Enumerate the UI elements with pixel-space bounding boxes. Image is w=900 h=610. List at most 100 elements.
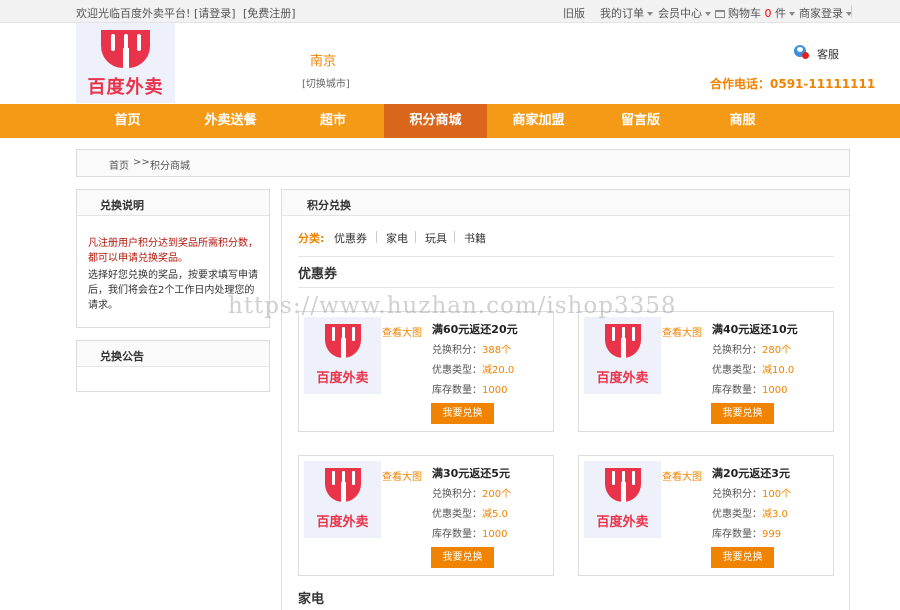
fork-prong	[632, 471, 635, 485]
exchange-button[interactable]: 我要兑换	[431, 403, 494, 424]
product-title: 满30元返还5元	[432, 467, 510, 480]
stock-value: 1000	[762, 385, 788, 396]
panel-header: 兑换公告	[77, 341, 269, 367]
nav-item-points-mall[interactable]: 积分商城	[384, 104, 487, 138]
type-label: 优惠类型：	[712, 365, 762, 376]
product-title: 满40元返还10元	[712, 323, 798, 336]
nav-item-supermarket[interactable]: 超市	[282, 104, 384, 138]
product-image[interactable]: 百度外卖	[304, 317, 381, 394]
breadcrumb-separator: >>	[133, 157, 150, 168]
points-value: 280个	[762, 345, 792, 356]
fork-handle	[341, 338, 346, 358]
fork-prong	[632, 327, 635, 341]
type-row: 优惠类型：减10.0	[712, 361, 794, 376]
divider	[851, 5, 852, 17]
divider	[415, 231, 416, 243]
fork-prong	[111, 34, 115, 51]
fork-prong	[352, 327, 355, 341]
fork-prong	[332, 327, 335, 341]
stock-value: 999	[762, 529, 782, 540]
type-row: 优惠类型：减5.0	[432, 505, 508, 520]
divider	[376, 231, 377, 243]
points-value: 100个	[762, 489, 792, 500]
fork-icon	[605, 468, 641, 502]
fork-handle	[621, 338, 626, 358]
points-label: 兑换积分：	[712, 489, 762, 500]
view-large-link[interactable]: 查看大图	[662, 324, 702, 339]
nav-item-service[interactable]: 商服	[691, 104, 794, 138]
chevron-down-icon	[789, 12, 795, 16]
product-image[interactable]: 百度外卖	[584, 317, 661, 394]
old-version-link[interactable]: 旧版	[563, 5, 585, 21]
stock-label: 库存数量：	[712, 385, 762, 396]
watermark: https://www.huzhan.com/ishop3358	[228, 293, 677, 319]
view-large-link[interactable]: 查看大图	[662, 468, 702, 483]
product-card: 百度外卖 查看大图 满30元返还5元 兑换积分：200个 优惠类型：减5.0 库…	[298, 455, 554, 576]
cooperation-phone: 合作电话：0591-11111111	[710, 77, 876, 91]
product-image[interactable]: 百度外卖	[304, 461, 381, 538]
main-nav: 首页 外卖送餐 超市 积分商城 商家加盟 留言版 商服	[0, 104, 900, 138]
type-label: 优惠类型：	[432, 509, 482, 520]
panel-header: 积分兑换	[282, 190, 849, 216]
type-value: 减5.0	[482, 509, 508, 520]
product-image-text: 百度外卖	[596, 371, 649, 386]
divider	[454, 231, 455, 243]
points-label: 兑换积分：	[432, 345, 482, 356]
product-card: 百度外卖 查看大图 满20元返还3元 兑换积分：100个 优惠类型：减3.0 库…	[578, 455, 834, 576]
member-center-label: 会员中心	[658, 7, 702, 20]
product-image[interactable]: 百度外卖	[584, 461, 661, 538]
login-link[interactable]: [请登录]	[194, 5, 236, 21]
panel-title: 兑换说明	[100, 199, 144, 212]
stock-value: 1000	[482, 385, 508, 396]
points-value: 388个	[482, 345, 512, 356]
cart-count: 0	[764, 7, 772, 20]
cart-unit: 件	[775, 7, 786, 20]
category-appliance[interactable]: 家电	[386, 230, 408, 246]
explain-note-red: 凡注册用户积分达到奖品所需积分数，都可以申请兑换奖品。	[88, 238, 258, 264]
fork-prong	[612, 471, 615, 485]
category-label: 分类:	[298, 232, 325, 245]
product-card: 百度外卖 查看大图 满60元返还20元 兑换积分：388个 优惠类型：减20.0…	[298, 311, 554, 432]
category-book[interactable]: 书籍	[464, 230, 486, 246]
customer-service-link[interactable]: 客服	[817, 46, 839, 62]
nav-item-guestbook[interactable]: 留言版	[590, 104, 691, 138]
breadcrumb-current: 积分商城	[150, 161, 190, 172]
fork-prong	[352, 471, 355, 485]
nav-item-takeout[interactable]: 外卖送餐	[179, 104, 282, 138]
divider	[298, 256, 834, 257]
fork-icon	[605, 324, 641, 358]
view-large-link[interactable]: 查看大图	[382, 324, 422, 339]
qq-badge-icon	[802, 52, 809, 59]
type-value: 减20.0	[482, 365, 515, 376]
points-row: 兑换积分：388个	[432, 341, 511, 356]
exchange-button[interactable]: 我要兑换	[711, 547, 774, 568]
top-bar: 欢迎光临百度外卖平台! [请登录] [免费注册] 旧版 我的订单 会员中心 购物…	[0, 0, 900, 23]
cart-menu[interactable]: 购物车 0 件	[715, 5, 795, 21]
nav-item-merchant-join[interactable]: 商家加盟	[487, 104, 590, 138]
type-label: 优惠类型：	[432, 365, 482, 376]
stock-row: 库存数量：999	[712, 525, 781, 540]
exchange-button[interactable]: 我要兑换	[431, 547, 494, 568]
section-title-coupon: 优惠券	[298, 267, 338, 282]
merchant-login-menu[interactable]: 商家登录	[799, 5, 852, 21]
type-label: 优惠类型：	[712, 509, 762, 520]
site-logo[interactable]: 百度外卖	[76, 23, 175, 103]
view-large-link[interactable]: 查看大图	[382, 468, 422, 483]
exchange-button[interactable]: 我要兑换	[711, 403, 774, 424]
register-link[interactable]: [免费注册]	[243, 5, 296, 21]
category-toy[interactable]: 玩具	[425, 230, 447, 246]
panel-header: 兑换说明	[77, 190, 269, 216]
member-center-menu[interactable]: 会员中心	[658, 5, 711, 21]
breadcrumb-home[interactable]: 首页	[109, 157, 129, 172]
welcome-text: 欢迎光临百度外卖平台!	[76, 7, 191, 20]
points-row: 兑换积分：200个	[432, 485, 511, 500]
switch-city-link[interactable]: [切换城市]	[302, 75, 350, 90]
nav-item-home[interactable]: 首页	[76, 104, 179, 138]
category-coupon[interactable]: 优惠券	[334, 230, 367, 246]
chevron-down-icon	[647, 12, 653, 16]
type-value: 减3.0	[762, 509, 788, 520]
my-orders-menu[interactable]: 我的订单	[600, 5, 653, 21]
cart-label: 购物车	[728, 7, 761, 20]
my-orders-label: 我的订单	[600, 7, 644, 20]
logo-text: 百度外卖	[87, 77, 164, 98]
